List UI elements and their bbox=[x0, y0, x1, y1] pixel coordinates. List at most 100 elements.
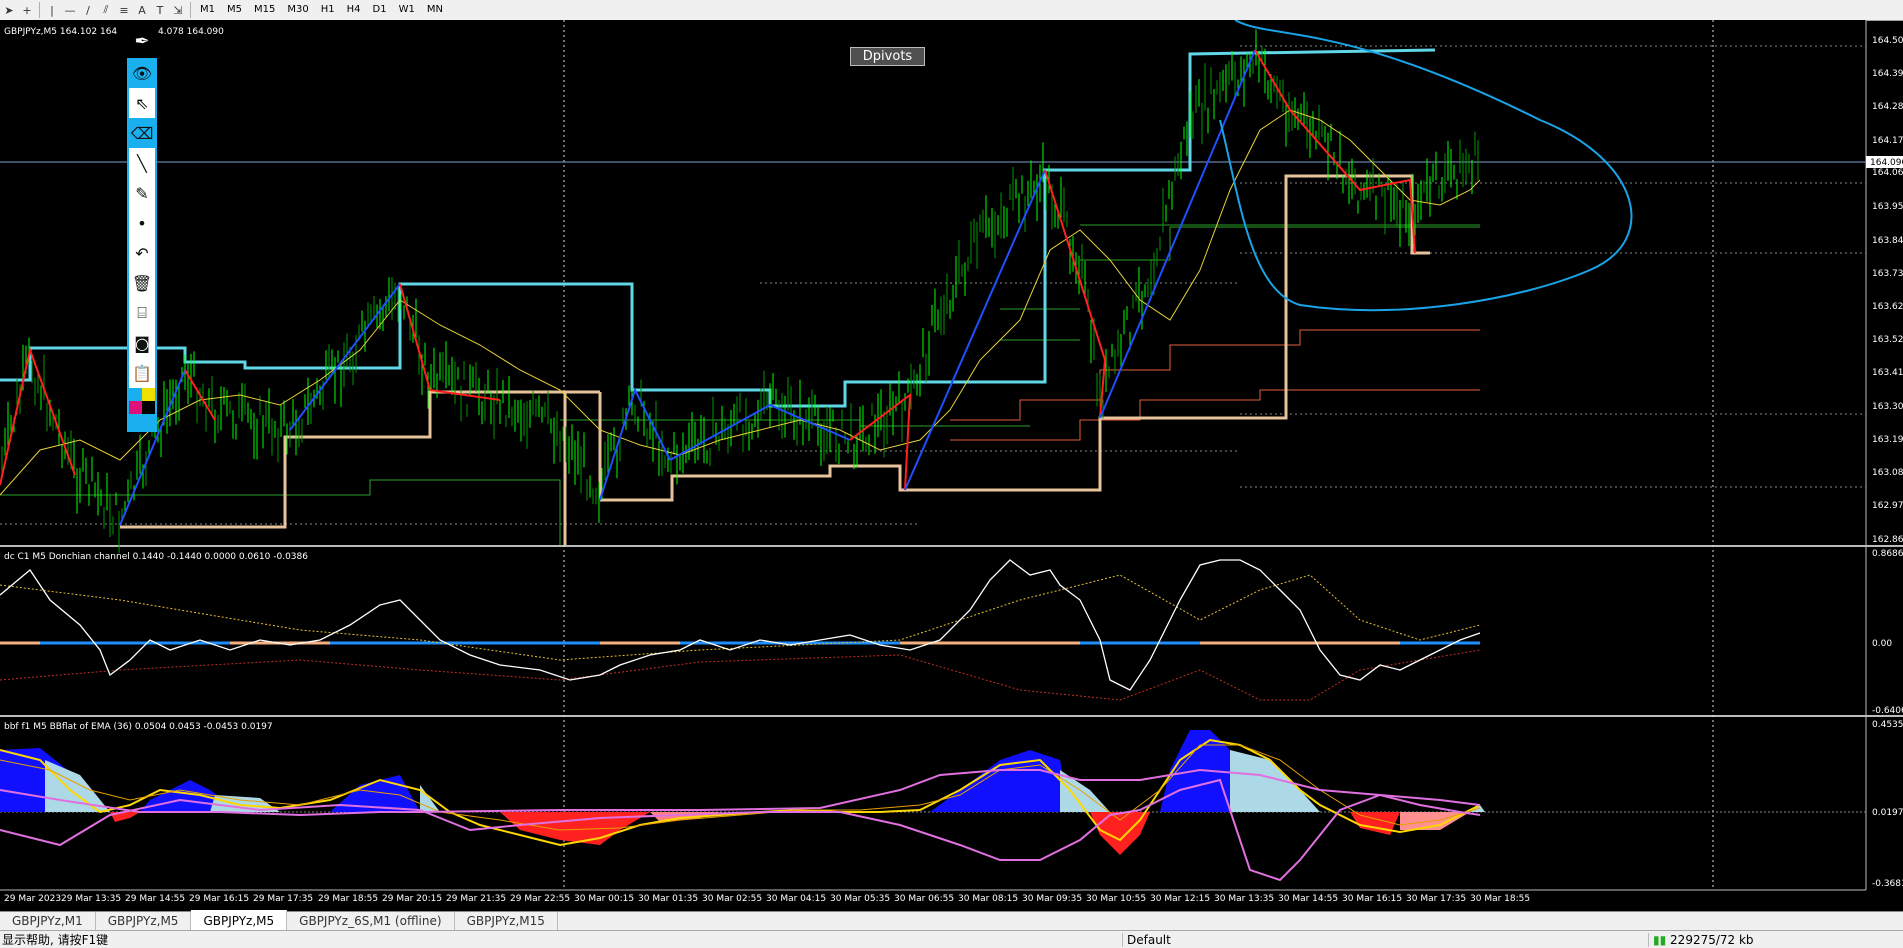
price-label: 163.955 bbox=[1872, 202, 1903, 212]
status-bar: 显示帮助, 请按F1键 Default ▮▮ 229275/72 kb bbox=[0, 930, 1903, 948]
trendline-icon[interactable]: / bbox=[79, 1, 97, 19]
traffic-text: 229275/72 kb bbox=[1670, 932, 1754, 947]
bbflat-scale: 0.4535 0.0197 -0.3681 bbox=[1872, 720, 1903, 889]
time-label: 30 Mar 18:55 bbox=[1470, 894, 1530, 904]
bbflat-hist bbox=[45, 760, 110, 812]
price-label: 163.735 bbox=[1872, 269, 1903, 279]
color-swatches[interactable] bbox=[129, 388, 155, 430]
fibonacci-icon[interactable]: ≡ bbox=[115, 1, 133, 19]
time-label: 29 Mar 20:15 bbox=[382, 894, 442, 904]
text-icon[interactable]: A bbox=[133, 1, 151, 19]
clipboard-icon[interactable]: 📋 bbox=[129, 358, 155, 388]
chart-canvas[interactable]: 164.500 164.390 164.285 164.175 164.063 … bbox=[0, 19, 1903, 905]
symbol-info-prices: 4.078 164.090 bbox=[158, 27, 224, 37]
time-label: 30 Mar 02:55 bbox=[702, 894, 762, 904]
line-tool-icon[interactable]: ╲ bbox=[129, 148, 155, 178]
timeframe-d1[interactable]: D1 bbox=[367, 0, 393, 20]
time-label: 30 Mar 00:15 bbox=[574, 894, 634, 904]
camera-icon[interactable]: ◙ bbox=[129, 328, 155, 358]
bbflat-hist bbox=[1230, 750, 1320, 812]
dpivots-button[interactable]: Dpivots bbox=[850, 47, 925, 66]
timeframe-w1[interactable]: W1 bbox=[393, 0, 421, 20]
traffic-status: ▮▮ 229275/72 kb bbox=[1648, 932, 1754, 947]
chart-window[interactable]: 164.500 164.390 164.285 164.175 164.063 … bbox=[0, 19, 1903, 905]
tab-gbpjpy-6s-offline[interactable]: GBPJPYz_6S,M1 (offline) bbox=[287, 912, 455, 930]
text-label-icon[interactable]: T bbox=[151, 1, 169, 19]
time-label: 30 Mar 10:55 bbox=[1086, 894, 1146, 904]
time-label: 29 Mar 22:55 bbox=[510, 894, 570, 904]
drawing-palette: ✒ 👁 ⇖ ⌫ ╲ ✎ • ↶ 🗑 ⌸ ◙ 📋 bbox=[127, 24, 157, 454]
time-label: 30 Mar 04:15 bbox=[766, 894, 826, 904]
tab-gbpjpy-m5[interactable]: GBPJPYz,M5 bbox=[96, 912, 192, 930]
time-label: 30 Mar 06:55 bbox=[894, 894, 954, 904]
pen-icon[interactable]: ✒ bbox=[127, 24, 157, 58]
price-label: 164.285 bbox=[1872, 102, 1903, 112]
eraser-icon[interactable]: ⌫ bbox=[129, 118, 155, 148]
top-toolbar: ➤ + | — / ⫽ ≡ A T ⇲ M1 M5 M15 M30 H1 H4 … bbox=[0, 0, 1903, 21]
price-label: 164.175 bbox=[1872, 136, 1903, 146]
help-text: 显示帮助, 请按F1键 bbox=[2, 933, 109, 947]
time-axis: 29 Mar 2023 29 Mar 13:35 29 Mar 14:55 29… bbox=[4, 894, 1530, 904]
swatch-black[interactable] bbox=[142, 401, 155, 414]
price-label: 163.520 bbox=[1872, 335, 1903, 345]
timeframe-h4[interactable]: H4 bbox=[341, 0, 367, 20]
tab-gbpjpy-m5-active[interactable]: GBPJPYz,M5 bbox=[191, 910, 288, 930]
timeframe-h1[interactable]: H1 bbox=[315, 0, 341, 20]
donchian-scale-bot: -0.6406 bbox=[1872, 706, 1903, 716]
price-label: 163.410 bbox=[1872, 368, 1903, 378]
bbflat-hist bbox=[930, 750, 1070, 812]
signal-icon: ▮▮ bbox=[1653, 932, 1667, 947]
swatch-magenta[interactable] bbox=[129, 401, 142, 414]
price-label: 164.500 bbox=[1872, 36, 1903, 46]
swatch-selected[interactable] bbox=[129, 414, 155, 430]
arrow-select-icon[interactable]: ⇖ bbox=[129, 88, 155, 118]
cursor-icon[interactable]: ➤ bbox=[0, 1, 18, 19]
channel-icon[interactable]: ⫽ bbox=[97, 1, 115, 19]
main-chart-bg bbox=[0, 20, 1866, 545]
price-label: 163.625 bbox=[1872, 302, 1903, 312]
time-label: 30 Mar 09:35 bbox=[1022, 894, 1082, 904]
marker-icon[interactable]: ✎ bbox=[129, 178, 155, 208]
shapes-icon[interactable]: ⇲ bbox=[169, 1, 187, 19]
time-label: 29 Mar 16:15 bbox=[189, 894, 249, 904]
price-label: 163.845 bbox=[1872, 236, 1903, 246]
bbflat-scale-mid: 0.0197 bbox=[1872, 808, 1903, 818]
palette-body: 👁 ⇖ ⌫ ╲ ✎ • ↶ 🗑 ⌸ ◙ 📋 bbox=[127, 58, 157, 432]
time-label: 29 Mar 2023 bbox=[4, 894, 61, 904]
tab-gbpjpy-m15[interactable]: GBPJPYz,M15 bbox=[455, 912, 558, 930]
price-label: 164.390 bbox=[1872, 69, 1903, 79]
timeframe-m15[interactable]: M15 bbox=[248, 0, 281, 20]
time-label: 30 Mar 16:15 bbox=[1342, 894, 1402, 904]
chart-tabs: GBPJPYz,M1 GBPJPYz,M5 GBPJPYz,M5 GBPJPYz… bbox=[0, 910, 1903, 930]
price-scale: 164.500 164.390 164.285 164.175 164.063 … bbox=[1872, 36, 1903, 545]
trash-icon[interactable]: 🗑 bbox=[129, 268, 155, 298]
timeframe-m5[interactable]: M5 bbox=[221, 0, 248, 20]
eye-icon[interactable]: 👁 bbox=[129, 58, 155, 88]
time-label: 30 Mar 17:35 bbox=[1406, 894, 1466, 904]
timeframe-mn[interactable]: MN bbox=[421, 0, 449, 20]
swatch-yellow[interactable] bbox=[142, 388, 155, 401]
bbflat-label: bbf f1 M5 BBflat of EMA (36) 0.0504 0.04… bbox=[4, 722, 273, 732]
horizontal-line-icon[interactable]: — bbox=[61, 1, 79, 19]
dot-icon[interactable]: • bbox=[129, 208, 155, 238]
price-label: 163.085 bbox=[1872, 468, 1903, 478]
tab-gbpjpy-m1[interactable]: GBPJPYz,M1 bbox=[0, 912, 96, 930]
donchian-oscillator bbox=[0, 559, 1481, 691]
donchian-lower bbox=[0, 649, 1481, 701]
swatch-cyan[interactable] bbox=[129, 388, 142, 401]
price-label: 163.190 bbox=[1872, 435, 1903, 445]
vertical-line-icon[interactable]: | bbox=[43, 1, 61, 19]
time-label: 30 Mar 08:15 bbox=[958, 894, 1018, 904]
timeframe-m1[interactable]: M1 bbox=[194, 0, 221, 20]
time-label: 30 Mar 01:35 bbox=[638, 894, 698, 904]
time-label: 30 Mar 13:35 bbox=[1214, 894, 1274, 904]
timeframe-m30[interactable]: M30 bbox=[281, 0, 314, 20]
donchian-scale-top: 0.8686 bbox=[1872, 549, 1903, 559]
donchian-scale-mid: 0.00 bbox=[1872, 639, 1892, 649]
undo-icon[interactable]: ↶ bbox=[129, 238, 155, 268]
crosshair-icon[interactable]: + bbox=[18, 1, 36, 19]
time-label: 30 Mar 12:15 bbox=[1150, 894, 1210, 904]
bus-icon[interactable]: ⌸ bbox=[129, 298, 155, 328]
price-label: 163.300 bbox=[1872, 402, 1903, 412]
bbflat-scale-top: 0.4535 bbox=[1872, 720, 1903, 730]
